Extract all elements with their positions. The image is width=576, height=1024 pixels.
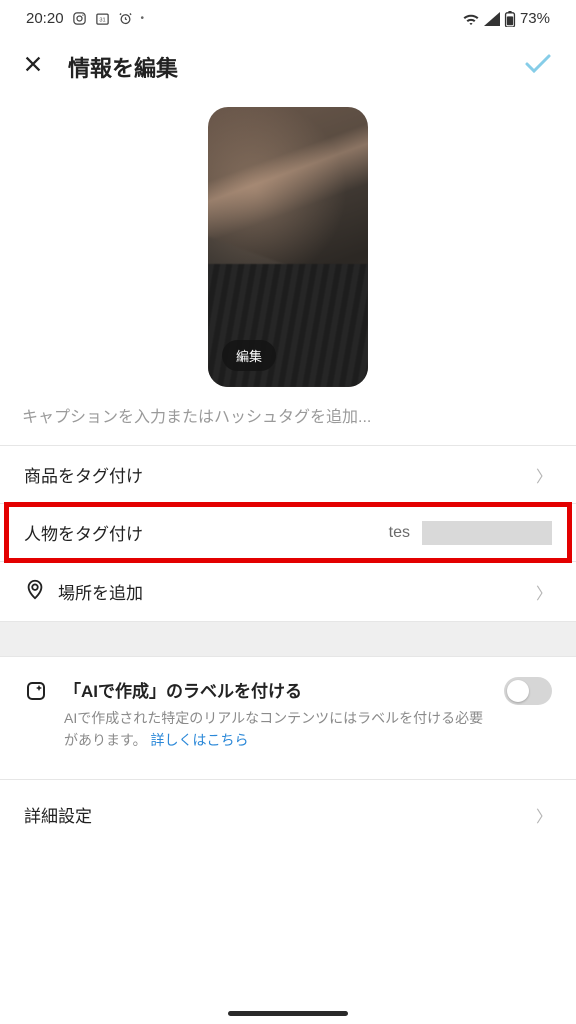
- tag-person-row[interactable]: 人物をタグ付け tes: [0, 504, 576, 561]
- chevron-right-icon: 〉: [536, 803, 552, 827]
- chevron-right-icon: 〉: [536, 580, 552, 604]
- home-indicator[interactable]: [228, 1011, 348, 1016]
- confirm-icon[interactable]: [522, 52, 554, 83]
- chevron-right-icon: 〉: [536, 463, 552, 487]
- sparkle-icon: [24, 679, 48, 708]
- ai-label-title: 「AIで作成」のラベルを付ける: [64, 677, 488, 702]
- ai-label-row: 「AIで作成」のラベルを付ける AIで作成された特定のリアルなコンテンツにはラベ…: [0, 657, 576, 761]
- tag-person-value: tes: [389, 521, 552, 545]
- redaction-mask: [422, 521, 552, 545]
- tag-product-row[interactable]: 商品をタグ付け 〉: [0, 446, 576, 503]
- battery-label: 73%: [520, 10, 550, 27]
- add-location-row[interactable]: 場所を追加 〉: [0, 562, 576, 621]
- instagram-icon: [72, 11, 87, 26]
- tag-person-label: 人物をタグ付け: [24, 520, 143, 545]
- location-pin-icon: [24, 578, 46, 605]
- media-preview[interactable]: 編集: [208, 107, 368, 387]
- header: 情報を編集: [0, 33, 576, 101]
- ai-label-toggle[interactable]: [504, 677, 552, 705]
- edit-media-button[interactable]: 編集: [222, 340, 276, 371]
- status-left: 20:20 31 •: [26, 10, 144, 27]
- ai-label-desc: AIで作成された特定のリアルなコンテンツにはラベルを付ける必要があります。 詳し…: [64, 708, 488, 751]
- svg-text:31: 31: [99, 18, 105, 24]
- advanced-settings-row[interactable]: 詳細設定 〉: [0, 780, 576, 849]
- page-title: 情報を編集: [68, 51, 178, 83]
- close-icon[interactable]: [22, 53, 44, 81]
- status-right: 73%: [462, 10, 550, 27]
- tag-product-label: 商品をタグ付け: [24, 462, 143, 487]
- status-dot: •: [141, 13, 145, 24]
- add-location-label: 場所を追加: [58, 579, 143, 604]
- section-gap: [0, 621, 576, 657]
- status-bar: 20:20 31 • 73%: [0, 0, 576, 33]
- ai-learn-more-link[interactable]: 詳しくはこちら: [151, 732, 249, 748]
- wifi-icon: [462, 12, 480, 26]
- media-preview-wrap: 編集: [0, 101, 576, 403]
- signal-icon: [484, 12, 500, 26]
- alarm-icon: [118, 11, 133, 26]
- advanced-settings-label: 詳細設定: [24, 802, 92, 827]
- caption-input[interactable]: キャプションを入力またはハッシュタグを追加...: [0, 403, 576, 445]
- status-time: 20:20: [26, 10, 64, 27]
- calendar-icon: 31: [95, 11, 110, 26]
- battery-icon: [504, 11, 516, 27]
